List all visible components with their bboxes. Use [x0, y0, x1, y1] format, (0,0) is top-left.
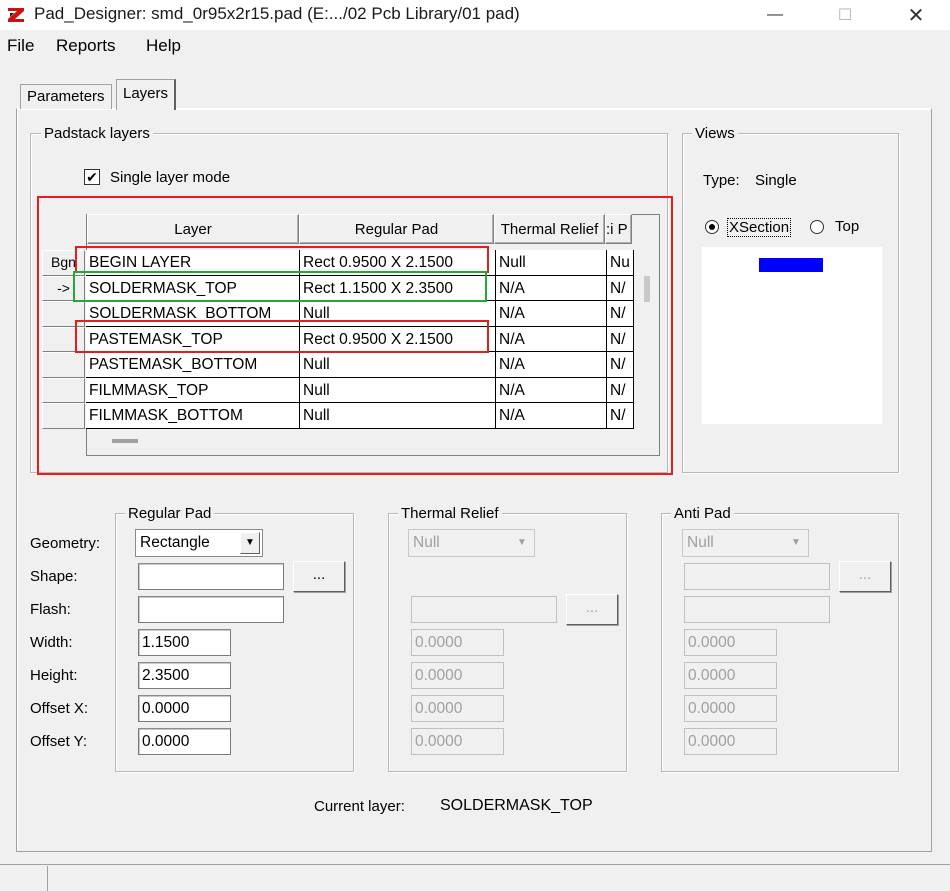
anti-height-field[interactable]: 0.0000	[684, 662, 777, 689]
thermal-geometry-value: Null	[413, 534, 440, 551]
maximize-button[interactable]: ☐	[822, 0, 868, 30]
regular-height-field[interactable]: 2.3500	[138, 662, 231, 689]
xsection-radio[interactable]	[705, 220, 719, 234]
anti-flash-field[interactable]	[684, 596, 830, 623]
current-layer-label: Current layer:	[314, 798, 405, 815]
maximize-icon: ☐	[837, 7, 853, 24]
offset-x-label: Offset X:	[30, 700, 89, 717]
anti-pad-title: Anti Pad	[671, 505, 734, 522]
regular-offset-x-field[interactable]: 0.0000	[138, 695, 231, 722]
menu-reports[interactable]: Reports	[56, 36, 116, 56]
thermal-relief-title: Thermal Relief	[398, 505, 502, 522]
menu-file[interactable]: File	[7, 36, 34, 56]
annotation-box-begin-layer	[75, 246, 489, 273]
views-title: Views	[692, 125, 738, 142]
chevron-down-icon[interactable]: ▼	[786, 532, 806, 554]
height-label: Height:	[30, 667, 78, 684]
window-title: Pad_Designer: smd_0r95x2r15.pad (E:.../0…	[34, 4, 520, 23]
chevron-down-icon[interactable]: ▼	[512, 532, 532, 554]
width-label: Width:	[30, 634, 73, 651]
chevron-down-icon[interactable]: ▼	[240, 532, 260, 554]
thermal-offset-y-field[interactable]: 0.0000	[411, 728, 504, 755]
thermal-flash-field[interactable]	[411, 596, 557, 623]
anti-geometry-select[interactable]: Null ▼	[682, 529, 809, 557]
pad-preview-shape	[759, 258, 823, 272]
geometry-label: Geometry:	[30, 535, 101, 552]
menu-bar	[0, 30, 950, 62]
offset-y-label: Offset Y:	[30, 733, 87, 750]
anti-shape-browse-button[interactable]: ...	[839, 561, 891, 592]
anti-offset-y-field[interactable]: 0.0000	[684, 728, 777, 755]
anti-offset-x-field[interactable]: 0.0000	[684, 695, 777, 722]
close-icon: ✕	[907, 4, 925, 27]
status-bar	[0, 864, 950, 891]
app-logo-icon	[8, 8, 24, 22]
view-type-label: Type:	[703, 172, 740, 189]
shape-label: Shape:	[30, 568, 78, 585]
thermal-offset-x-field[interactable]: 0.0000	[411, 695, 504, 722]
padstack-layers-title: Padstack layers	[41, 125, 153, 142]
thermal-width-field[interactable]: 0.0000	[411, 629, 504, 656]
regular-geometry-value: Rectangle	[140, 534, 210, 551]
anti-shape-field[interactable]	[684, 563, 830, 590]
thermal-flash-browse-button[interactable]: ...	[566, 594, 618, 625]
xsection-label[interactable]: XSection	[727, 218, 792, 237]
regular-shape-browse-button[interactable]: ...	[293, 561, 345, 592]
current-layer-value: SOLDERMASK_TOP	[440, 797, 593, 814]
regular-flash-field[interactable]	[138, 596, 284, 623]
top-label[interactable]: Top	[835, 218, 859, 235]
minimize-icon: —	[767, 6, 783, 23]
annotation-box-pastemask-top	[75, 320, 489, 353]
tab-parameters[interactable]: Parameters	[20, 84, 112, 109]
regular-shape-field[interactable]	[138, 563, 284, 590]
top-radio[interactable]	[810, 220, 824, 234]
minimize-button[interactable]: —	[752, 0, 798, 30]
regular-pad-title: Regular Pad	[125, 505, 215, 522]
single-layer-label: Single layer mode	[110, 169, 231, 186]
close-button[interactable]: ✕	[893, 0, 939, 30]
anti-geometry-value: Null	[687, 534, 714, 551]
pad-preview-canvas	[702, 247, 882, 424]
regular-geometry-select[interactable]: Rectangle ▼	[135, 529, 263, 557]
view-type-value: Single	[755, 172, 797, 189]
status-bar-divider	[47, 866, 48, 891]
flash-label: Flash:	[30, 601, 71, 618]
regular-offset-y-field[interactable]: 0.0000	[138, 728, 231, 755]
menu-help[interactable]: Help	[146, 36, 181, 56]
tab-layers[interactable]: Layers	[116, 79, 177, 110]
thermal-geometry-select[interactable]: Null ▼	[408, 529, 535, 557]
regular-width-field[interactable]: 1.1500	[138, 629, 231, 656]
thermal-height-field[interactable]: 0.0000	[411, 662, 504, 689]
anti-width-field[interactable]: 0.0000	[684, 629, 777, 656]
annotation-box-soldermask-top	[73, 271, 487, 302]
checkmark-icon: ✔	[86, 169, 98, 185]
single-layer-checkbox[interactable]: ✔	[84, 169, 100, 185]
